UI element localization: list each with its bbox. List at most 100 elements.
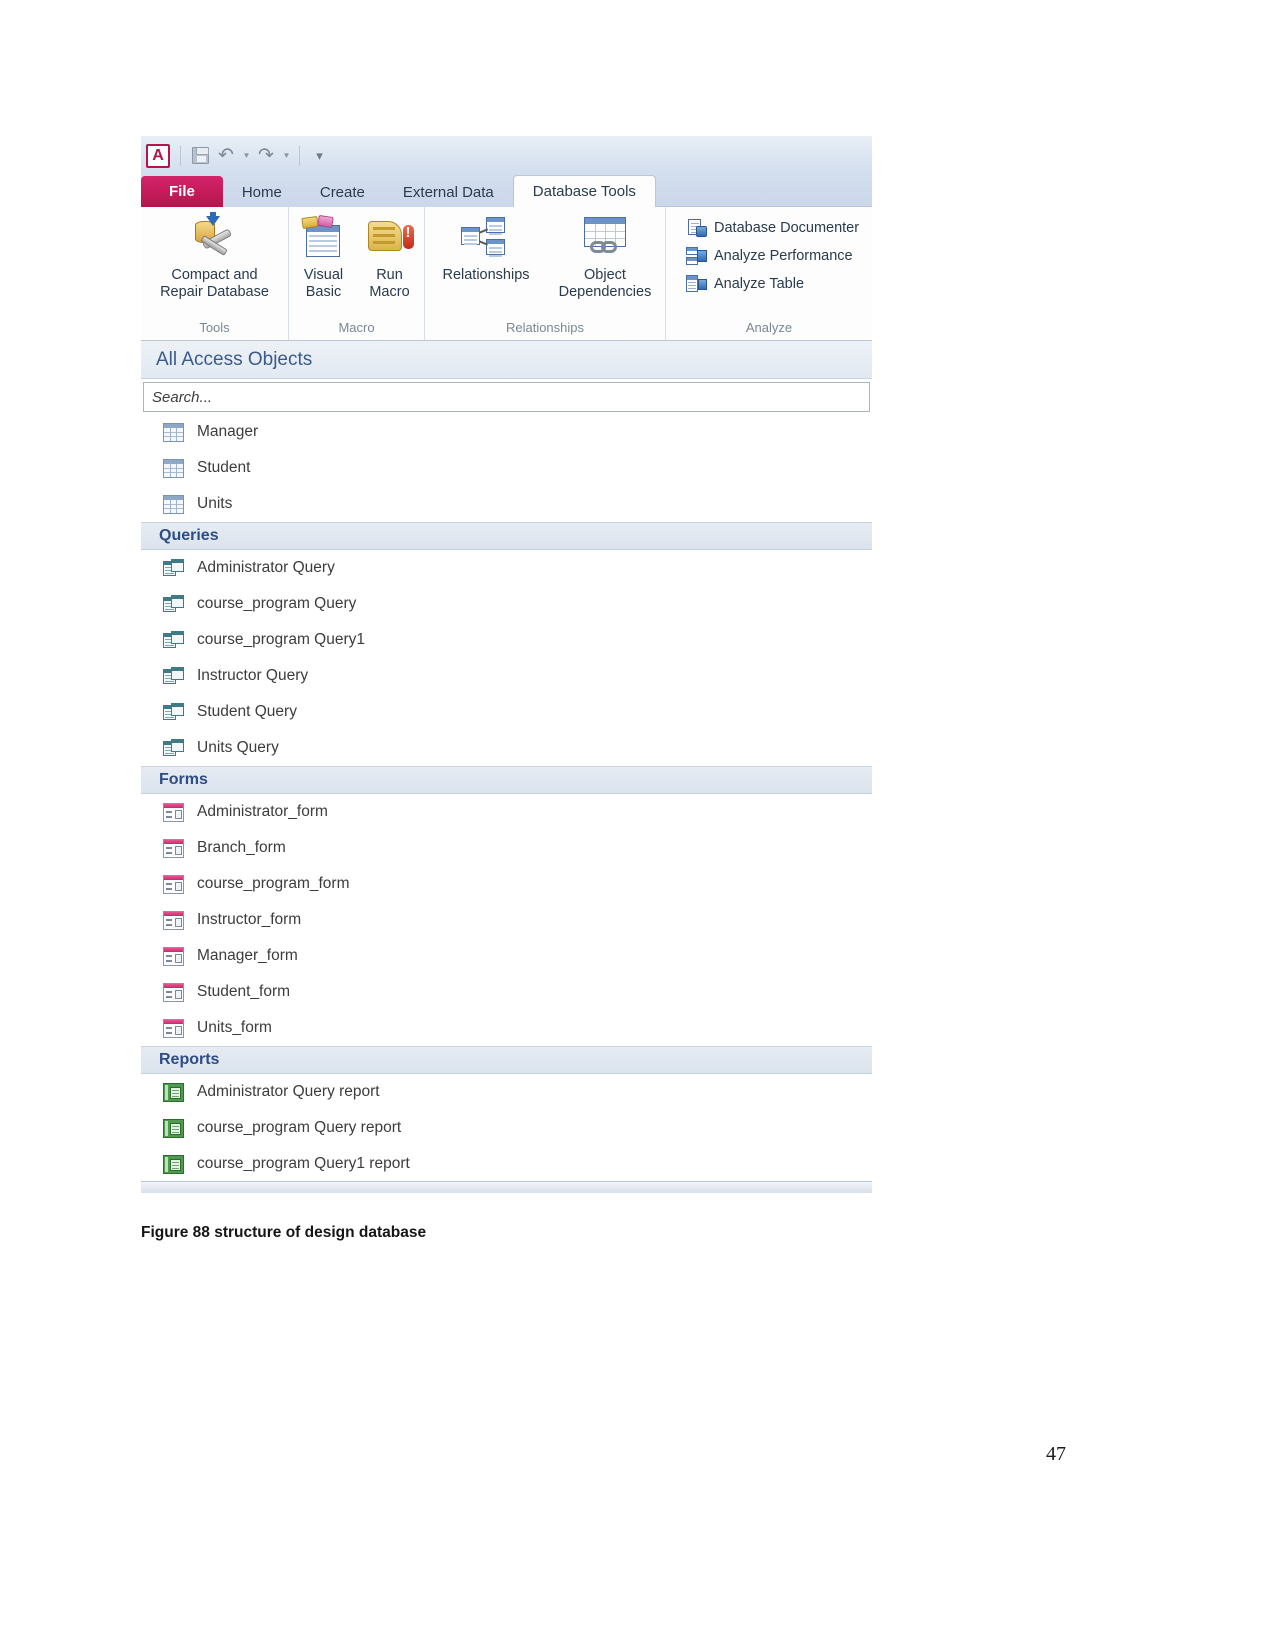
ribbon-group-macro: VisualBasic RunMacro Macro [289,207,425,340]
list-item[interactable]: Manager [141,414,872,450]
list-item[interactable]: Units Query [141,730,872,766]
customize-quick-access-icon[interactable]: ▾ [306,143,332,169]
group-header-reports[interactable]: Reports [141,1046,872,1074]
object-dependencies-icon [579,215,631,263]
list-item[interactable]: course_program Query [141,586,872,622]
list-item[interactable]: Student_form [141,974,872,1010]
tab-external-data[interactable]: External Data [384,177,513,207]
relationships-button[interactable]: Relationships [426,213,546,284]
list-item-label: Branch_form [197,839,286,856]
list-item-label: Instructor Query [197,667,309,684]
ribbon-tab-bar: File Home Create External Data Database … [141,175,872,207]
run-macro-label: Run Macro [369,267,410,301]
list-item[interactable]: course_program Query report [141,1110,872,1146]
list-item-label: Manager_form [197,947,298,964]
list-item-label: Units [197,495,233,512]
list-item[interactable]: Branch_form [141,830,872,866]
group-header-label: Forms [159,771,208,788]
run-macro-button[interactable]: RunMacro [357,213,423,301]
tab-create[interactable]: Create [301,177,384,207]
tab-database-tools[interactable]: Database Tools [512,175,656,207]
report-icon [163,1082,184,1102]
ribbon-group-label-relationships: Relationships [505,320,585,335]
redo-dropdown-icon[interactable]: ▼ [279,143,293,169]
list-item[interactable]: Units_form [141,1010,872,1046]
form-icon [163,910,184,930]
list-item-label: Manager [197,423,259,440]
navigation-search-box[interactable]: Search... [143,382,870,412]
list-item-label: course_program Query1 [197,631,365,648]
list-item[interactable]: Instructor Query [141,658,872,694]
list-item-label: Units_form [197,1019,272,1036]
list-item[interactable]: Instructor_form [141,902,872,938]
analyze-table-button[interactable]: Analyze Table [680,272,810,295]
ribbon-group-label-tools: Tools [199,320,230,335]
list-item-label: course_program Query [197,595,357,612]
list-item[interactable]: Units [141,486,872,522]
list-item[interactable]: Manager_form [141,938,872,974]
navigation-pane-title: All Access Objects [156,348,313,370]
analyze-performance-label: Analyze Performance [714,247,853,264]
object-dependencies-label: Object Dependencies [558,267,652,301]
list-item[interactable]: Student [141,450,872,486]
form-icon [163,874,184,894]
object-dependencies-button[interactable]: Object Dependencies [546,213,664,301]
ribbon-group-label-analyze: Analyze [745,320,793,335]
list-item-label: course_program Query report [197,1119,402,1136]
analyze-performance-icon [686,246,707,265]
form-icon [163,802,184,822]
page-number: 47 [1046,1443,1066,1465]
relationships-label: Relationships [442,267,530,283]
toolbar-divider-2 [299,145,300,166]
ribbon-group-relationships: Relationships Object Dependencies Relati… [425,207,666,340]
list-item[interactable]: Student Query [141,694,872,730]
run-macro-icon [364,215,416,263]
report-icon [163,1154,184,1174]
database-documenter-icon [686,218,707,237]
form-icon [163,1018,184,1038]
table-icon [163,458,184,478]
list-item[interactable]: course_program Query1 report [141,1146,872,1182]
list-item-label: Units Query [197,739,279,756]
query-icon [163,666,184,686]
database-documenter-button[interactable]: Database Documenter [680,216,865,239]
visual-basic-button[interactable]: Visual Basic [291,213,357,301]
form-icon [163,982,184,1002]
relationships-icon [460,215,512,263]
group-header-label: Queries [159,527,219,544]
ribbon: Compact and Repair Database Tools Visual B… [141,207,872,341]
undo-icon[interactable]: ↶ [213,143,239,169]
list-item[interactable]: Administrator_form [141,794,872,830]
list-item[interactable]: course_program Query1 [141,622,872,658]
list-item-label: Administrator Query report [197,1083,380,1100]
visual-basic-icon [298,215,350,263]
navigation-pane-header[interactable]: All Access Objects [141,341,872,379]
navigation-pane: All Access Objects Search... Manager Stu… [141,341,872,1193]
ribbon-group-label-macro: Macro [338,320,375,335]
list-item-label: Administrator Query [197,559,335,576]
tab-home[interactable]: Home [223,177,301,207]
compact-and-repair-database-button[interactable]: Compact and Repair Database [145,212,285,301]
document-page: A ↶ ▼ ↷ ▼ ▾ File Home Create External Da… [0,0,1275,1650]
compact-and-repair-database-label: Compact and Repair Database [160,267,269,301]
visual-basic-label: Visual Basic [303,267,344,301]
save-icon[interactable] [187,143,213,169]
list-item[interactable]: course_program_form [141,866,872,902]
tab-file[interactable]: File [141,176,223,207]
window-bottom-edge [141,1181,872,1193]
undo-dropdown-icon[interactable]: ▼ [239,143,253,169]
group-header-forms[interactable]: Forms [141,766,872,794]
access-logo-icon[interactable]: A [146,143,170,168]
list-item[interactable]: Administrator Query report [141,1074,872,1110]
form-icon [163,838,184,858]
redo-icon[interactable]: ↷ [253,143,279,169]
list-item-label: course_program_form [197,875,350,892]
quick-access-toolbar: A ↶ ▼ ↷ ▼ ▾ [141,136,872,175]
group-header-queries[interactable]: Queries [141,522,872,550]
analyze-performance-button[interactable]: Analyze Performance [680,244,859,267]
list-item[interactable]: Administrator Query [141,550,872,586]
ribbon-group-tools: Compact and Repair Database Tools [141,207,289,340]
query-icon [163,558,184,578]
access-application-window: A ↶ ▼ ↷ ▼ ▾ File Home Create External Da… [141,136,872,1193]
group-header-label: Reports [159,1051,220,1068]
